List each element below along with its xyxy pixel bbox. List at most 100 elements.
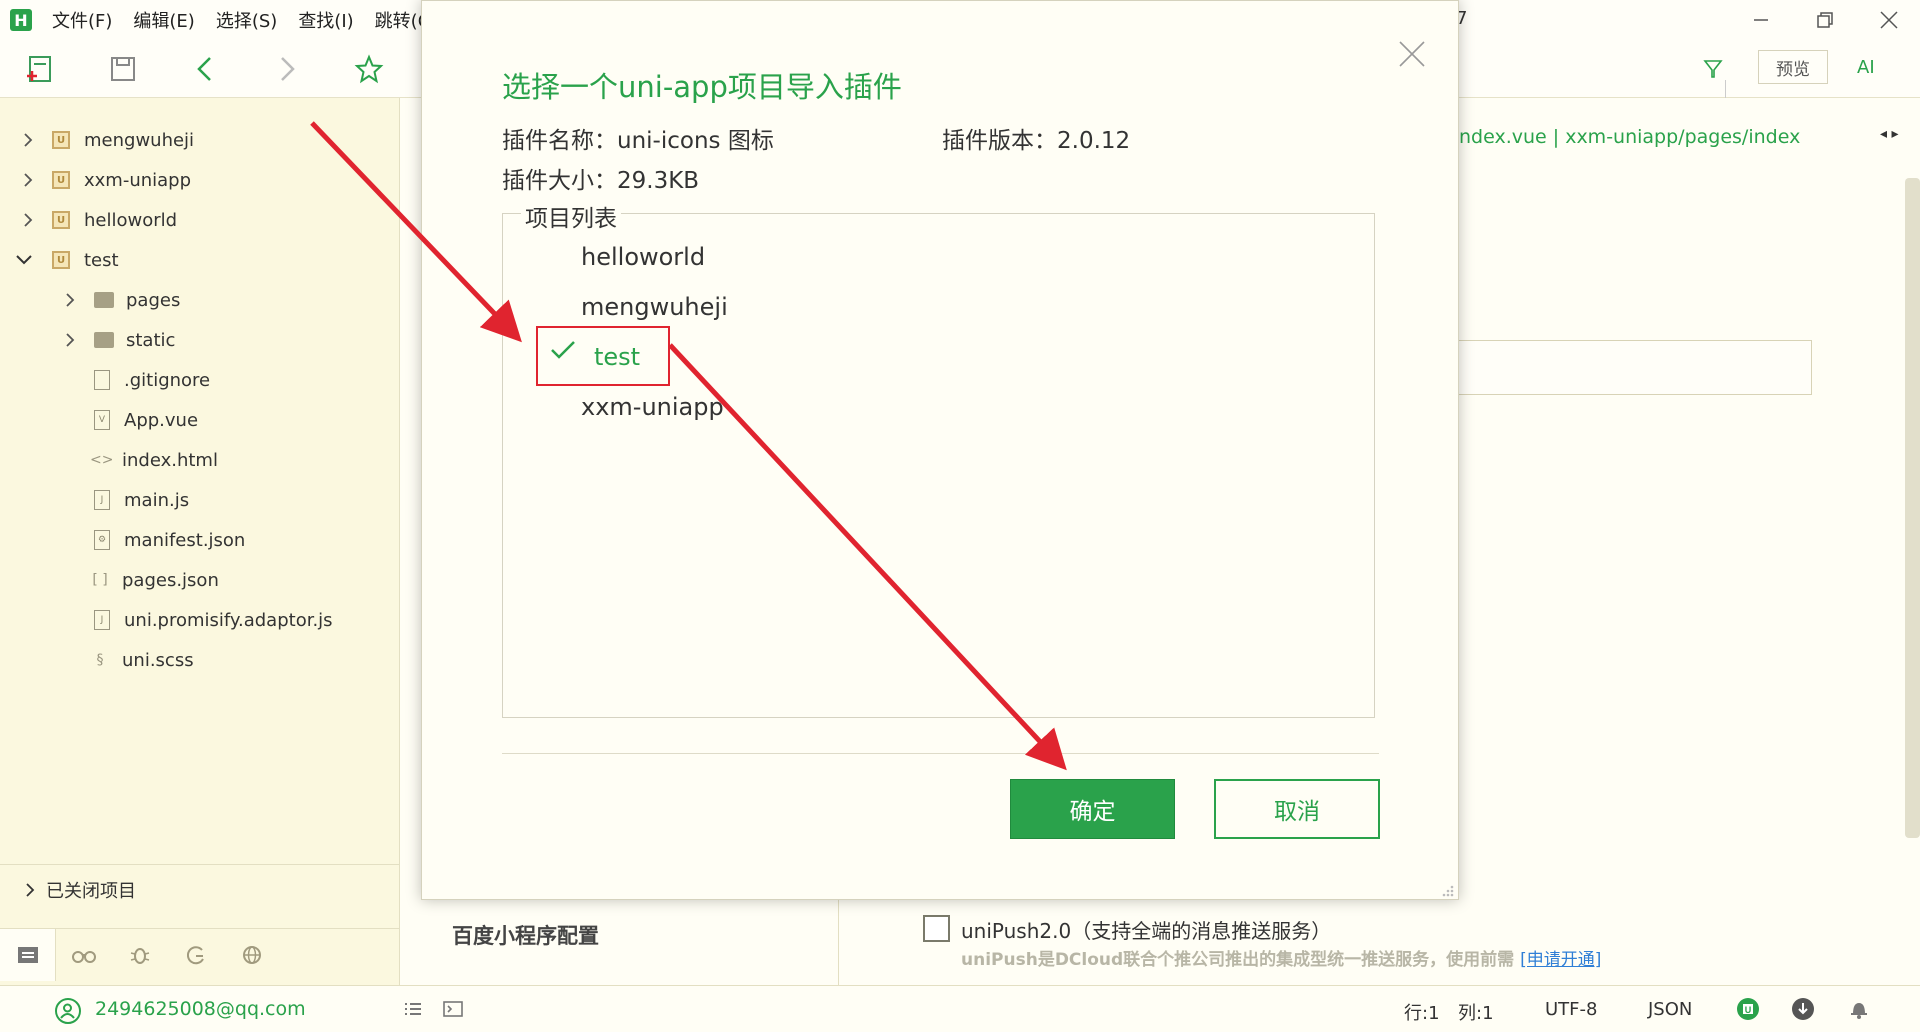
tree-project-mengwuheji[interactable]: U mengwuheji (18, 120, 194, 160)
svg-text:U: U (1745, 1005, 1752, 1015)
scss-file-icon: § (96, 652, 104, 668)
plugin-name: 插件名称：uni-icons 图标 (502, 128, 774, 154)
save-icon[interactable] (106, 52, 140, 86)
menu-edit[interactable]: 编辑(E) (133, 7, 194, 33)
chevron-right-icon[interactable] (18, 210, 38, 230)
user-email[interactable]: 2494625008@qq.com (95, 998, 306, 1020)
file-icon (94, 370, 110, 390)
user-avatar-icon[interactable] (55, 998, 81, 1024)
tree-folder-static[interactable]: static (60, 320, 175, 360)
file-encoding[interactable]: UTF-8 (1545, 999, 1597, 1020)
close-icon[interactable] (1392, 34, 1432, 74)
confirm-button[interactable]: 确定 (1010, 779, 1175, 839)
tree-label: uni.promisify.adaptor.js (124, 609, 333, 631)
chevron-right-icon[interactable] (18, 170, 38, 190)
tree-label: pages (126, 289, 181, 311)
vue-file-icon: V (94, 410, 110, 430)
tree-file-main-js[interactable]: J main.js (92, 480, 189, 520)
chevron-right-icon[interactable] (60, 290, 80, 310)
bug-icon[interactable] (112, 929, 168, 981)
js-file-icon: J (94, 610, 110, 630)
preview-button[interactable]: 预览 (1758, 50, 1828, 84)
project-option[interactable]: mengwuheji (581, 293, 728, 321)
close-window-icon[interactable] (1874, 5, 1904, 35)
git-icon[interactable] (168, 929, 224, 981)
tree-label: main.js (124, 489, 190, 511)
chevron-right-icon[interactable] (18, 130, 38, 150)
project-option[interactable]: helloworld (581, 243, 705, 271)
tree-file-pages-json[interactable]: [ ] pages.json (90, 560, 219, 600)
chevron-right-icon[interactable] (20, 880, 40, 900)
menu-select[interactable]: 选择(S) (216, 7, 277, 33)
tree-file-index-html[interactable]: <> index.html (90, 440, 218, 480)
terminal-icon[interactable] (440, 996, 466, 1022)
restore-icon[interactable] (1810, 5, 1840, 35)
import-plugin-dialog: 选择一个uni-app项目导入插件 插件名称：uni-icons 图标 插件版本… (421, 0, 1459, 900)
ai-button[interactable]: AI (1857, 50, 1875, 84)
unipush-label: uniPush2.0（支持全端的消息推送服务） (961, 919, 1332, 943)
forward-icon[interactable] (270, 52, 304, 86)
manifest-file-icon: ⚙ (94, 530, 110, 550)
cursor-column[interactable]: 列:1 (1458, 999, 1494, 1025)
unipush-description: uniPush是DCloud联合个推公司推出的集成型统一推送服务，使用前需 [申… (961, 945, 1601, 970)
tree-file-gitignore[interactable]: .gitignore (92, 360, 210, 400)
chevron-down-icon[interactable] (14, 250, 34, 270)
unipush-checkbox[interactable] (923, 915, 950, 942)
uni-project-icon: U (52, 251, 70, 269)
file-language[interactable]: JSON (1648, 999, 1692, 1020)
tree-label: index.html (122, 449, 218, 471)
tree-label: manifest.json (124, 529, 246, 551)
uni-icon[interactable]: U (1735, 996, 1761, 1022)
project-list-label: 项目列表 (521, 199, 621, 233)
baidu-config-heading[interactable]: 百度小程序配置 (452, 920, 599, 950)
project-option[interactable]: xxm-uniapp (581, 393, 724, 421)
tree-file-promisify-js[interactable]: J uni.promisify.adaptor.js (92, 600, 333, 640)
cursor-line[interactable]: 行:1 (1404, 999, 1440, 1025)
sidebar-tab-bar (0, 928, 400, 981)
js-file-icon: J (94, 490, 110, 510)
new-file-icon[interactable] (22, 52, 56, 86)
resize-grip-icon[interactable] (1440, 881, 1454, 897)
star-icon[interactable] (352, 52, 386, 86)
tree-label: xxm-uniapp (84, 169, 192, 191)
tree-project-helloworld[interactable]: U helloworld (18, 200, 177, 240)
check-icon (550, 336, 576, 369)
config-input-field[interactable] (1440, 340, 1812, 395)
back-icon[interactable] (188, 52, 222, 86)
tree-project-test[interactable]: U test (14, 240, 119, 280)
bell-icon[interactable] (1846, 996, 1872, 1022)
cancel-button[interactable]: 取消 (1214, 779, 1380, 839)
project-manager-tab-icon[interactable] (0, 928, 56, 981)
closed-projects[interactable]: 已关闭项目 (0, 864, 400, 914)
unipush-desc-text: uniPush是DCloud联合个推公司推出的集成型统一推送服务，使用前需 (961, 950, 1515, 970)
app-logo: H (10, 9, 32, 31)
chevron-right-icon[interactable] (60, 330, 80, 350)
tree-file-app-vue[interactable]: V App.vue (92, 400, 198, 440)
tree-label: App.vue (124, 409, 199, 431)
binoculars-icon[interactable] (56, 929, 112, 981)
editor-scrollbar[interactable] (1905, 178, 1920, 838)
menu-find[interactable]: 查找(I) (298, 7, 353, 33)
project-option-selected[interactable]: test (594, 343, 640, 371)
unipush-apply-link[interactable]: [申请开通] (1520, 950, 1601, 970)
tree-project-xxm-uniapp[interactable]: U xxm-uniapp (18, 160, 191, 200)
editor-breadcrumb[interactable]: ndex.vue | xxm-uniapp/pages/index (1459, 126, 1800, 148)
globe-icon[interactable] (224, 929, 280, 981)
project-explorer: U mengwuheji U xxm-uniapp U helloworld U… (0, 98, 400, 985)
tree-folder-pages[interactable]: pages (60, 280, 180, 320)
tree-file-uni-scss[interactable]: § uni.scss (90, 640, 194, 680)
toolbar-divider (1725, 80, 1726, 98)
json-file-icon: [ ] (92, 572, 108, 588)
html-file-icon: <> (90, 452, 114, 468)
uni-project-icon: U (52, 171, 70, 189)
plugin-version: 插件版本：2.0.12 (942, 128, 1131, 154)
uni-project-icon: U (52, 131, 70, 149)
folder-icon (94, 332, 114, 348)
tree-file-manifest-json[interactable]: ⚙ manifest.json (92, 520, 245, 560)
tab-scroll-arrows[interactable]: ◂ ▸ (1880, 126, 1899, 142)
menu-file[interactable]: 文件(F) (52, 7, 112, 33)
download-icon[interactable] (1790, 996, 1816, 1022)
plugin-size: 插件大小：29.3KB (502, 168, 700, 194)
list-icon[interactable] (400, 996, 426, 1022)
minimize-icon[interactable] (1746, 5, 1776, 35)
